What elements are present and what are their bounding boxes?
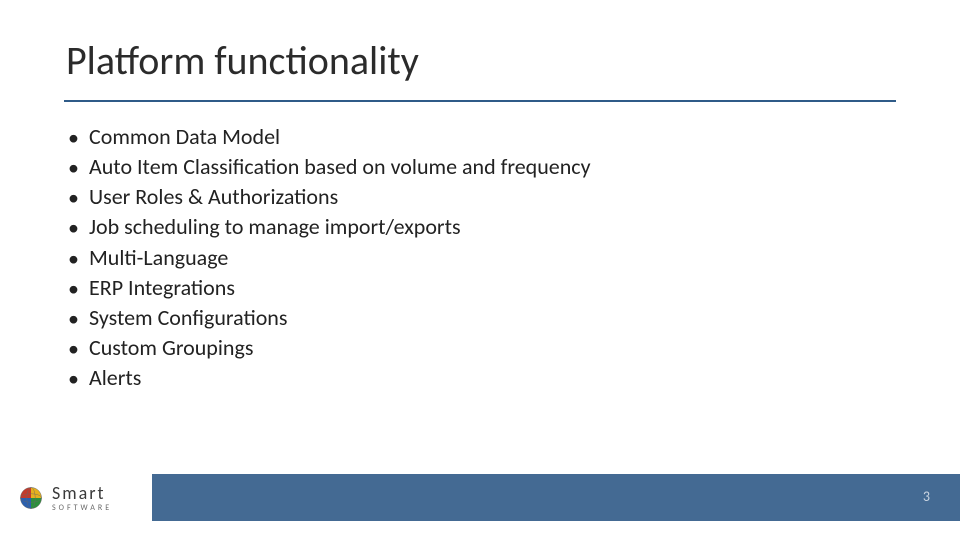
bullet-icon: • [68, 274, 89, 304]
brand-text: Smart SOFTWARE [52, 484, 112, 512]
bullet-icon: • [68, 304, 89, 334]
list-item: • Alerts [68, 363, 896, 393]
list-item: • Auto Item Classification based on volu… [68, 152, 896, 182]
bullet-icon: • [68, 244, 89, 274]
page-number: 3 [923, 488, 930, 505]
list-item: • User Roles & Authorizations [68, 182, 896, 212]
footer-brand-area: Smart SOFTWARE [0, 474, 152, 521]
bullet-icon: • [68, 213, 89, 243]
bullet-icon: • [68, 153, 89, 183]
list-item-text: Multi-Language [89, 243, 228, 273]
brand-primary: Smart [52, 484, 112, 502]
bullet-icon: • [68, 334, 89, 364]
list-item-text: Auto Item Classification based on volume… [89, 152, 591, 182]
list-item-text: Common Data Model [89, 122, 280, 152]
bullet-icon: • [68, 364, 89, 394]
title-underline [64, 100, 896, 102]
slide: Platform functionality • Common Data Mod… [0, 0, 960, 540]
list-item: • System Configurations [68, 303, 896, 333]
list-item-text: Custom Groupings [89, 333, 253, 363]
bullet-list: • Common Data Model • Auto Item Classifi… [68, 122, 896, 393]
brand-logo: Smart SOFTWARE [18, 484, 112, 512]
list-item-text: User Roles & Authorizations [89, 182, 338, 212]
list-item: • Job scheduling to manage import/export… [68, 212, 896, 242]
list-item: • Custom Groupings [68, 333, 896, 363]
list-item-text: Alerts [89, 363, 141, 393]
bullet-icon: • [68, 123, 89, 153]
list-item-text: ERP Integrations [89, 273, 235, 303]
list-item: • Common Data Model [68, 122, 896, 152]
list-item-text: System Configurations [89, 303, 287, 333]
slide-title: Platform functionality [66, 36, 419, 85]
list-item-text: Job scheduling to manage import/exports [89, 212, 461, 242]
list-item: • Multi-Language [68, 243, 896, 273]
brand-secondary: SOFTWARE [52, 504, 112, 512]
bullet-icon: • [68, 183, 89, 213]
list-item: • ERP Integrations [68, 273, 896, 303]
logo-globe-icon [18, 485, 44, 511]
